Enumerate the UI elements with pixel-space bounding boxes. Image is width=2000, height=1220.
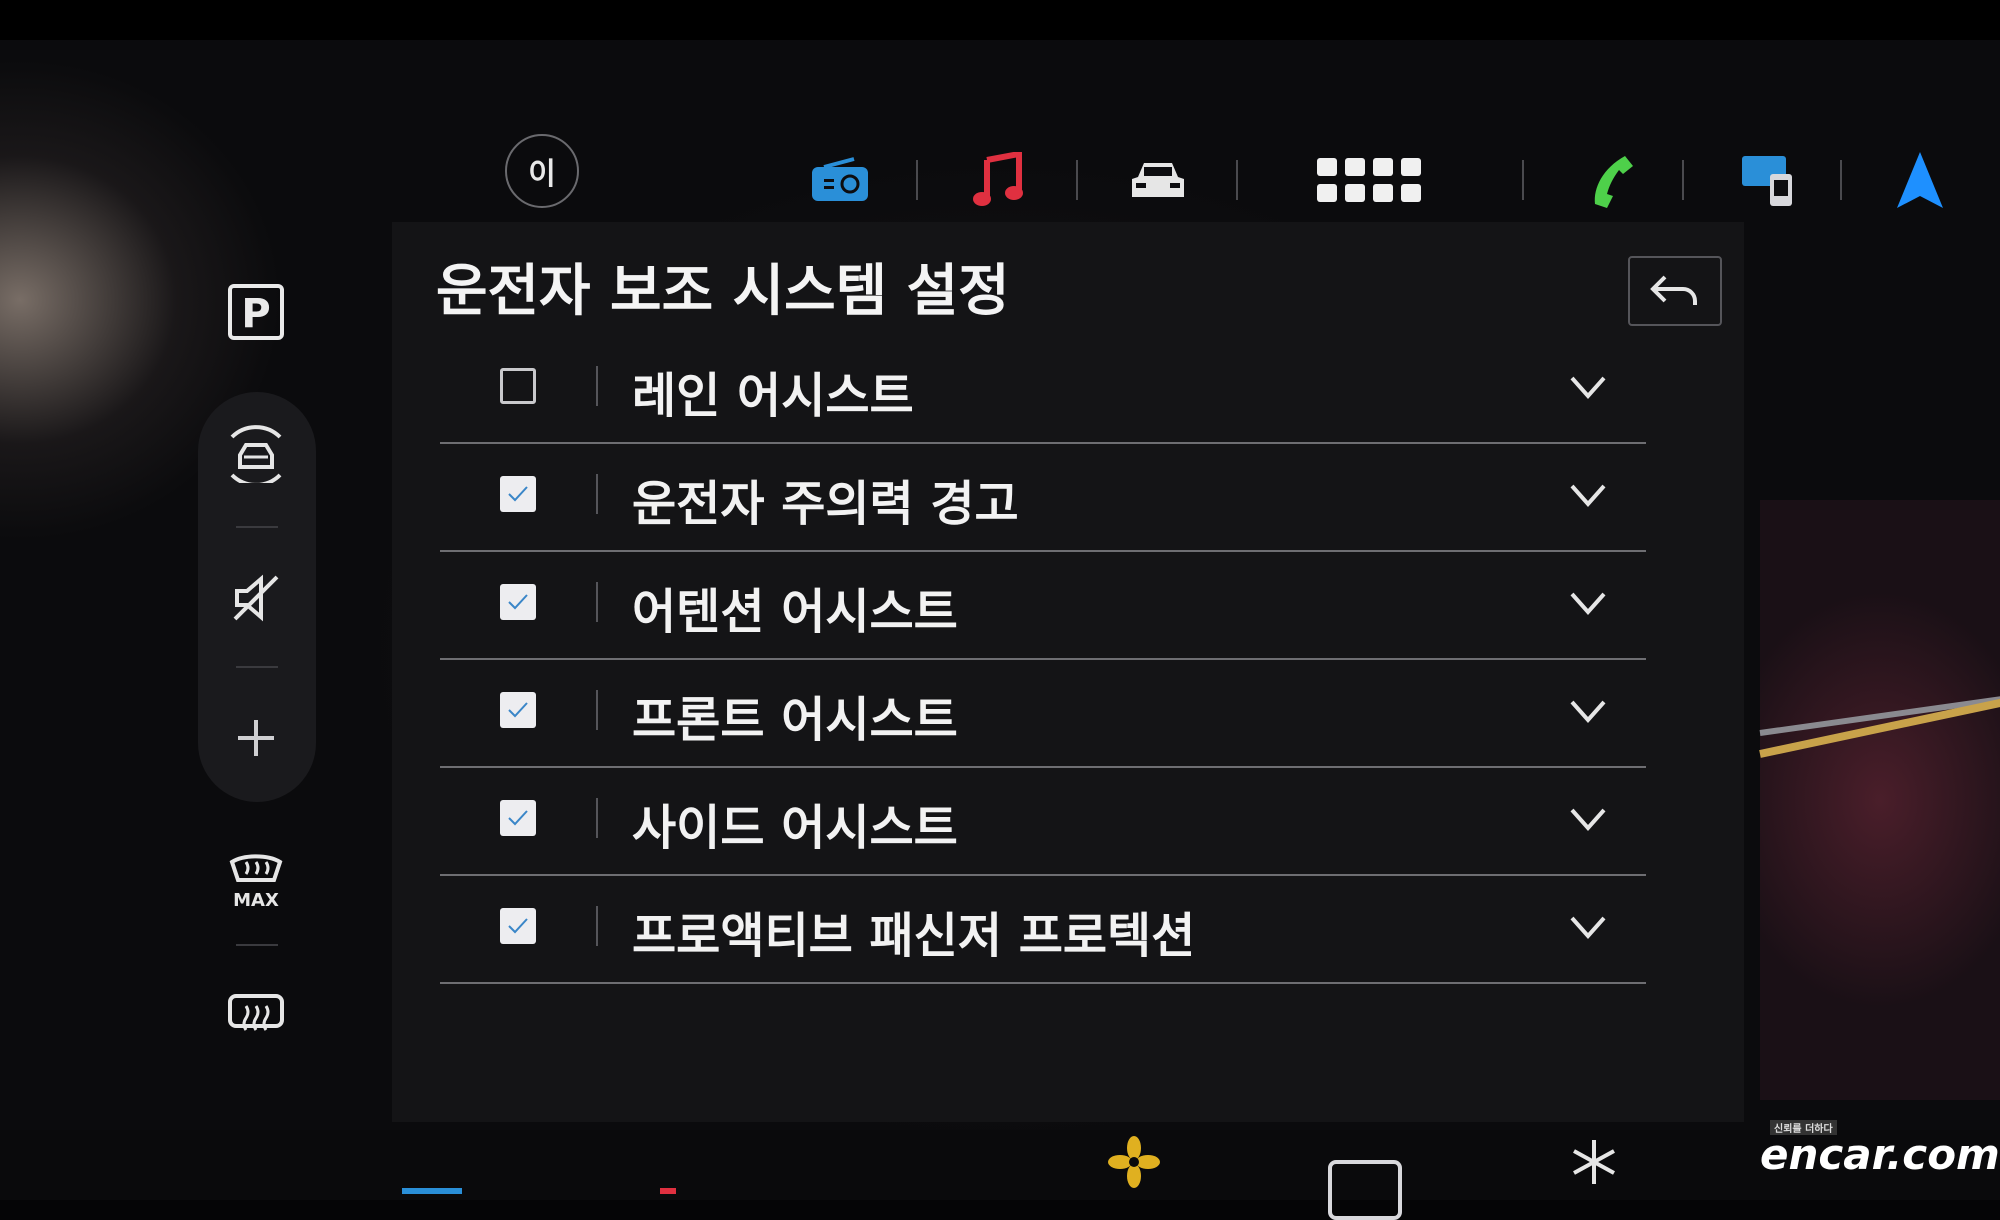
separator: [1682, 160, 1684, 200]
setting-row[interactable]: 어텐션 어시스트: [440, 552, 1646, 660]
setting-label: 프론트 어시스트: [632, 692, 958, 748]
chevron-down-icon[interactable]: [1568, 372, 1608, 402]
navigation-icon[interactable]: [1880, 140, 1960, 220]
row-separator: [596, 798, 598, 838]
radio-icon[interactable]: [800, 140, 880, 220]
map-preview[interactable]: [1759, 500, 2000, 1100]
setting-label: 사이드 어시스트: [632, 800, 958, 856]
row-separator: [596, 906, 598, 946]
screen-bezel: [0, 0, 2000, 40]
chevron-down-icon[interactable]: [1568, 480, 1608, 510]
add-icon[interactable]: [216, 698, 296, 778]
check-icon: [508, 810, 528, 826]
setting-row[interactable]: 프론트 어시스트: [440, 660, 1646, 768]
checkbox-checked[interactable]: [500, 692, 536, 728]
setting-label: 어텐션 어시스트: [632, 584, 958, 640]
driver-assist-icon[interactable]: [216, 414, 296, 494]
checkbox-checked[interactable]: [500, 584, 536, 620]
rear-defrost-icon[interactable]: [216, 974, 296, 1054]
watermark-tagline: 신뢰를 더하다: [1770, 1120, 1837, 1135]
check-icon: [508, 918, 528, 934]
max-defrost-icon[interactable]: MAX: [216, 838, 296, 918]
row-separator: [596, 582, 598, 622]
phone-icon[interactable]: [1570, 140, 1650, 220]
setting-row[interactable]: 프로액티브 패신저 프로텍션: [440, 876, 1646, 984]
checkbox-checked[interactable]: [500, 476, 536, 512]
setting-label: 운전자 주의력 경고: [632, 476, 1019, 532]
row-separator: [596, 690, 598, 730]
chevron-down-icon[interactable]: [1568, 804, 1608, 834]
profile-button[interactable]: 이: [505, 134, 579, 208]
setting-label: 프로액티브 패신저 프로텍션: [632, 908, 1196, 964]
profile-initial: 이: [528, 157, 556, 192]
temp-indicator[interactable]: [660, 1188, 676, 1194]
music-icon[interactable]: [958, 140, 1038, 220]
mute-icon[interactable]: [216, 558, 296, 638]
separator: [1076, 160, 1078, 200]
setting-row[interactable]: 사이드 어시스트: [440, 768, 1646, 876]
infotainment-screen: 이 P MAX 운전자 보조 시스템 설정 레인 어시스트 운전자 주의력 경고…: [0, 0, 2000, 1220]
back-button[interactable]: [1628, 256, 1722, 326]
chevron-down-icon[interactable]: [1568, 696, 1608, 726]
chevron-down-icon[interactable]: [1568, 588, 1608, 618]
fan-icon[interactable]: [1108, 1136, 1160, 1192]
device-icon[interactable]: [1730, 140, 1810, 220]
divider: [236, 666, 278, 668]
checkbox-unchecked[interactable]: [500, 368, 536, 404]
separator: [1236, 160, 1238, 200]
setting-label: 레인 어시스트: [632, 368, 914, 424]
setting-row[interactable]: 운전자 주의력 경고: [440, 444, 1646, 552]
climate-mode-button[interactable]: [1328, 1160, 1402, 1220]
check-icon: [508, 486, 528, 502]
climate-bar: [0, 1130, 2000, 1220]
divider: [236, 526, 278, 528]
back-arrow-icon: [1650, 275, 1697, 305]
ac-snowflake-icon[interactable]: [1570, 1138, 1618, 1190]
row-separator: [596, 474, 598, 514]
chevron-down-icon[interactable]: [1568, 912, 1608, 942]
separator: [1840, 160, 1842, 200]
row-separator: [596, 366, 598, 406]
seat-heat-indicator[interactable]: [402, 1188, 462, 1194]
svg-text:P: P: [241, 291, 270, 337]
setting-row[interactable]: 레인 어시스트: [440, 336, 1646, 444]
row-divider: [440, 982, 1646, 984]
checkbox-checked[interactable]: [500, 908, 536, 944]
check-icon: [508, 594, 528, 610]
checkbox-checked[interactable]: [500, 800, 536, 836]
watermark-brand: encar.com: [1760, 1130, 2000, 1179]
watermark-logo: 신뢰를 더하다 encar.com: [1760, 1120, 2000, 1179]
separator: [916, 160, 918, 200]
divider: [236, 944, 278, 946]
check-icon: [508, 702, 528, 718]
max-label: MAX: [233, 890, 279, 910]
page-title: 운전자 보조 시스템 설정: [436, 259, 1010, 324]
apps-grid-icon[interactable]: [1310, 140, 1430, 220]
car-icon[interactable]: [1118, 140, 1198, 220]
separator: [1522, 160, 1524, 200]
parking-icon[interactable]: P: [216, 272, 296, 352]
top-app-bar: [790, 140, 1990, 220]
